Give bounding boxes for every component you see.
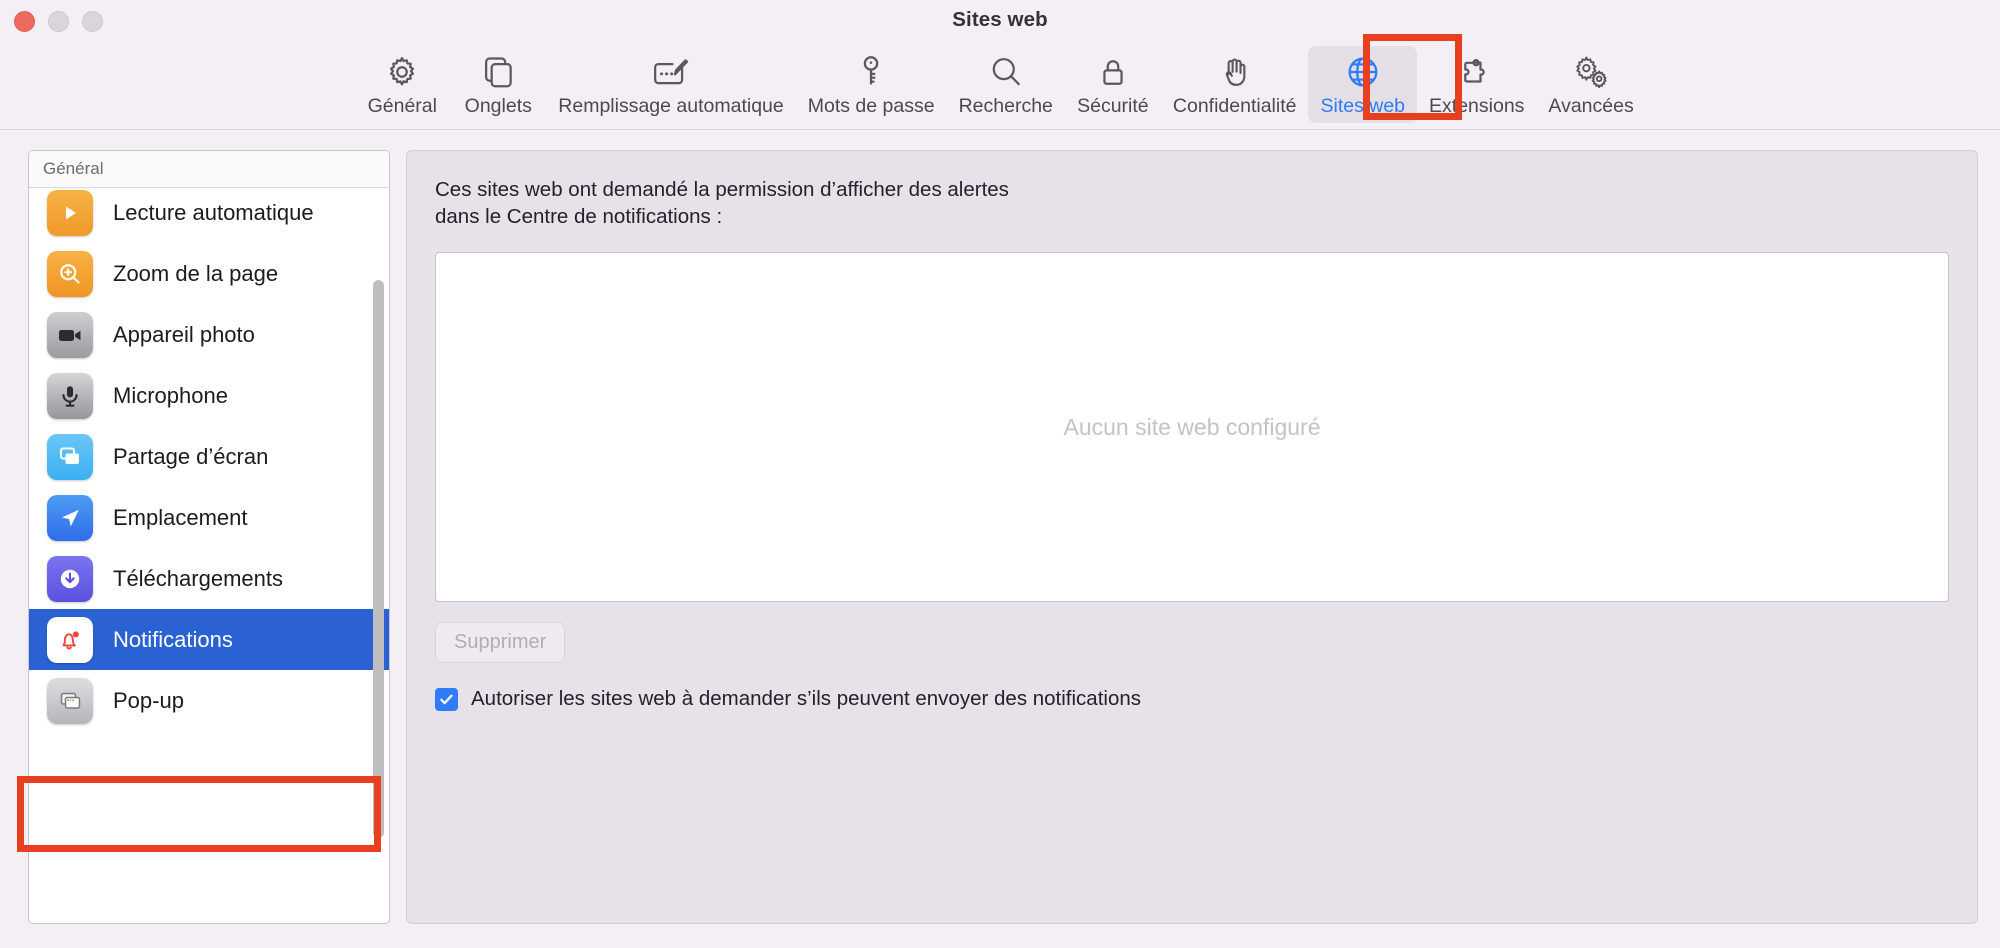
toolbar-item-label: Général	[367, 95, 437, 117]
toolbar-item-label: Mots de passe	[807, 95, 935, 117]
toolbar-item-label: Avancées	[1548, 95, 1634, 117]
sidebar-item-label: Zoom de la page	[113, 260, 279, 286]
sidebar-item-microphone[interactable]: Microphone	[29, 365, 389, 426]
sidebar-item-pop-up[interactable]: Pop-up	[29, 670, 389, 731]
sidebar-item-label: Appareil photo	[113, 321, 255, 347]
sidebar-list: Lecture automatique Zoom de la page Appa…	[29, 188, 389, 923]
tabs-icon	[479, 52, 517, 92]
puzzle-icon	[1458, 52, 1496, 92]
toolbar-item-label: Sites web	[1320, 95, 1406, 117]
toolbar-item-sites-web[interactable]: Sites web	[1308, 46, 1418, 123]
sidebar-item-emplacement[interactable]: Emplacement	[29, 487, 389, 548]
lock-icon	[1094, 52, 1132, 92]
sidebar-item-label: Microphone	[113, 382, 228, 408]
preferences-body: Général Lecture automatique Zoom de la p…	[0, 130, 2000, 948]
configured-sites-list[interactable]: Aucun site web configuré	[435, 252, 1949, 603]
preferences-window: Sites web Général Onglets Remplissage au…	[0, 0, 2000, 948]
toolbar-item-label: Sécurité	[1077, 95, 1149, 117]
toolbar-item-label: Onglets	[464, 95, 532, 117]
sidebar-item-partage-decran[interactable]: Partage d’écran	[29, 426, 389, 487]
search-icon	[987, 52, 1025, 92]
sidebar-item-notifications[interactable]: Notifications	[29, 609, 389, 670]
allow-notifications-label: Autoriser les sites web à demander s’ils…	[471, 687, 1142, 711]
camera-icon	[47, 311, 93, 358]
microphone-icon	[47, 372, 93, 419]
allow-notifications-row[interactable]: Autoriser les sites web à demander s’ils…	[435, 687, 1949, 711]
settings-sidebar: Général Lecture automatique Zoom de la p…	[28, 150, 390, 924]
preferences-toolbar: Général Onglets Remplissage automatique …	[0, 46, 2000, 130]
sidebar-item-label: Téléchargements	[113, 565, 283, 591]
sidebar-item-lecture-automatique[interactable]: Lecture automatique	[29, 188, 389, 243]
popup-icon	[47, 677, 93, 724]
toolbar-item-search[interactable]: Recherche	[947, 46, 1065, 123]
hand-icon	[1216, 52, 1254, 92]
sidebar-item-label: Notifications	[113, 626, 233, 652]
sidebar-item-label: Lecture automatique	[113, 199, 314, 225]
gear-icon	[383, 52, 421, 92]
screen-share-icon	[47, 433, 93, 480]
sidebar-header: Général	[29, 151, 389, 188]
sidebar-item-zoom-de-la-page[interactable]: Zoom de la page	[29, 243, 389, 304]
sidebar-item-label: Partage d’écran	[113, 443, 269, 469]
panel-button-row: Supprimer	[435, 622, 1949, 664]
toolbar-item-passwords[interactable]: Mots de passe	[796, 46, 947, 123]
toolbar-item-label: Remplissage automatique	[558, 95, 784, 117]
sidebar-item-appareil-photo[interactable]: Appareil photo	[29, 304, 389, 365]
toolbar-item-privacy[interactable]: Confidentialité	[1161, 46, 1309, 123]
sidebar-item-telechargements[interactable]: Téléchargements	[29, 548, 389, 609]
double-gear-icon	[1571, 52, 1611, 92]
empty-state-message: Aucun site web configuré	[1063, 413, 1321, 440]
globe-icon	[1344, 52, 1382, 92]
zoom-icon	[47, 250, 93, 297]
title-bar: Sites web	[0, 0, 2000, 46]
toolbar-item-extensions[interactable]: Extensions	[1417, 46, 1536, 123]
websites-notifications-panel: Ces sites web ont demandé la permission …	[406, 150, 1978, 924]
toolbar-item-autofill[interactable]: Remplissage automatique	[546, 46, 795, 123]
play-icon	[47, 189, 93, 236]
sidebar-item-label: Emplacement	[113, 504, 248, 530]
sidebar-scrollbar[interactable]	[373, 280, 384, 838]
toolbar-item-label: Recherche	[958, 95, 1053, 117]
toolbar-item-security[interactable]: Sécurité	[1065, 46, 1161, 123]
location-icon	[47, 494, 93, 541]
toolbar-item-tabs[interactable]: Onglets	[450, 46, 546, 123]
allow-notifications-checkbox[interactable]	[435, 687, 458, 711]
toolbar-item-general[interactable]: Général	[354, 46, 450, 123]
delete-button[interactable]: Supprimer	[435, 622, 566, 664]
toolbar-item-label: Confidentialité	[1172, 95, 1297, 117]
window-title: Sites web	[952, 8, 1048, 31]
sidebar-item-label: Pop-up	[113, 687, 184, 713]
download-icon	[47, 555, 93, 602]
panel-description: Ces sites web ont demandé la permission …	[435, 178, 1009, 228]
toolbar-item-advanced[interactable]: Avancées	[1536, 46, 1645, 123]
bell-icon	[47, 616, 93, 663]
toolbar-item-label: Extensions	[1429, 95, 1525, 117]
key-icon	[852, 52, 890, 92]
autofill-icon	[650, 52, 692, 92]
